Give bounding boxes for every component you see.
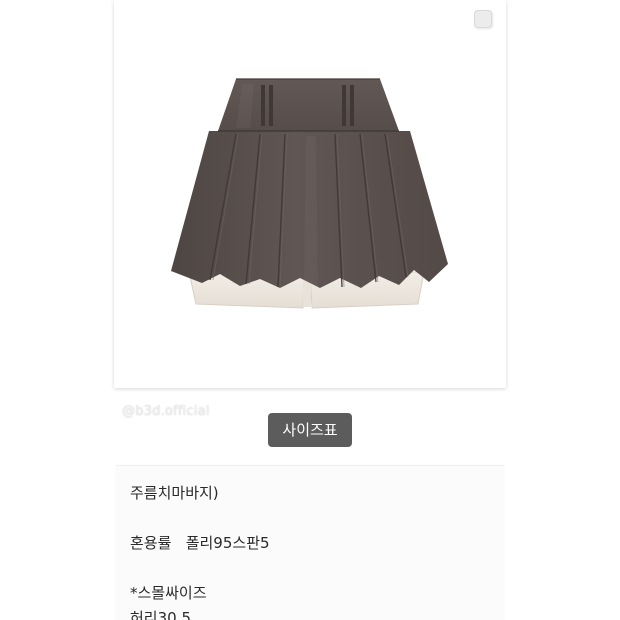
product-image — [171, 78, 448, 309]
description-line: 혼용률 폴리95스판5 — [130, 534, 270, 552]
description-line: 주름치마바지) — [130, 484, 219, 502]
product-detail-page: @b3d.official 사이즈표 주름치마바지) 혼용률 폴리95스판5 *… — [0, 0, 620, 620]
select-checkbox[interactable] — [474, 10, 492, 28]
image-watermark: @b3d.official — [122, 404, 210, 419]
size-chart-button[interactable]: 사이즈표 — [268, 413, 352, 447]
product-description: 주름치마바지) 혼용률 폴리95스판5 *스몰싸이즈 허리30.5 — [116, 465, 504, 620]
description-line: *스몰싸이즈 — [130, 584, 207, 602]
product-image-card[interactable] — [114, 0, 506, 388]
description-line: 허리30.5 — [130, 609, 191, 620]
